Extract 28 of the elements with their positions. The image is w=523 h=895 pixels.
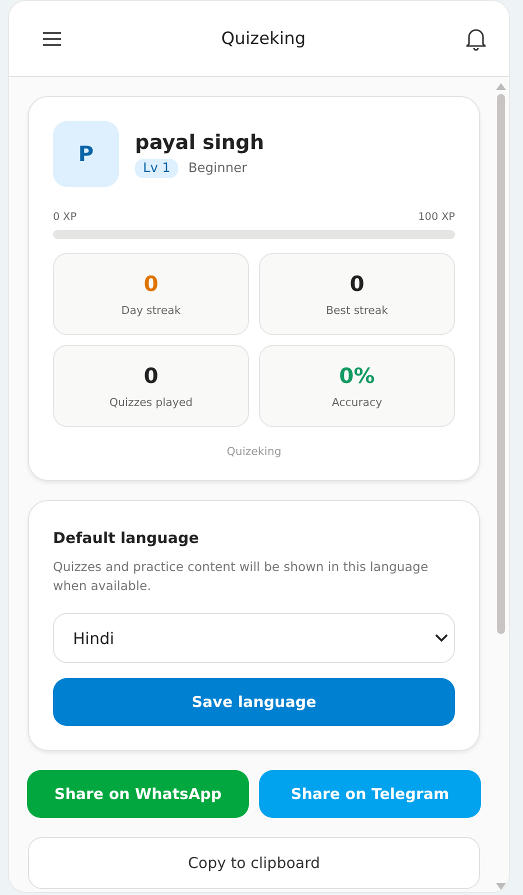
stat-label: Accuracy [332,396,382,408]
app-title: Quizeking [221,28,306,48]
scroll-down-icon[interactable] [496,883,506,890]
bell-icon[interactable] [465,26,487,50]
avatar: P [53,121,119,187]
stat-value: 0% [339,364,375,388]
stat-label: Quizzes played [109,396,193,408]
share-button[interactable]: Share on WhatsApp [27,770,249,818]
scroll-up-icon[interactable] [496,83,506,90]
xp-min-label: 0 XP [53,211,77,223]
copy-button[interactable]: Copy to clipboard [28,837,480,889]
save-language-button[interactable]: Save language [53,678,455,726]
xp-max-label: 100 XP [418,211,455,223]
stat-value: 0 [350,272,364,296]
rank-label: Beginner [188,161,247,176]
stat-label: Day streak [121,304,181,316]
share-button[interactable]: Share on Telegram [259,770,481,818]
chevron-down-icon [435,634,448,642]
user-name: payal singh [135,130,264,154]
stat-value: 0 [144,364,158,388]
level-badge: Lv 1 [135,159,178,178]
section-description: Quizzes and practice content will be shown in this language when available. [53,558,430,595]
menu-icon[interactable] [42,30,62,46]
stat-label: Best streak [326,304,388,316]
section-title: Default language [53,529,200,547]
brand-footer: Quizeking [53,445,455,458]
language-dropdown[interactable]: Hindi [53,613,455,663]
stat-value: 0 [144,272,158,296]
